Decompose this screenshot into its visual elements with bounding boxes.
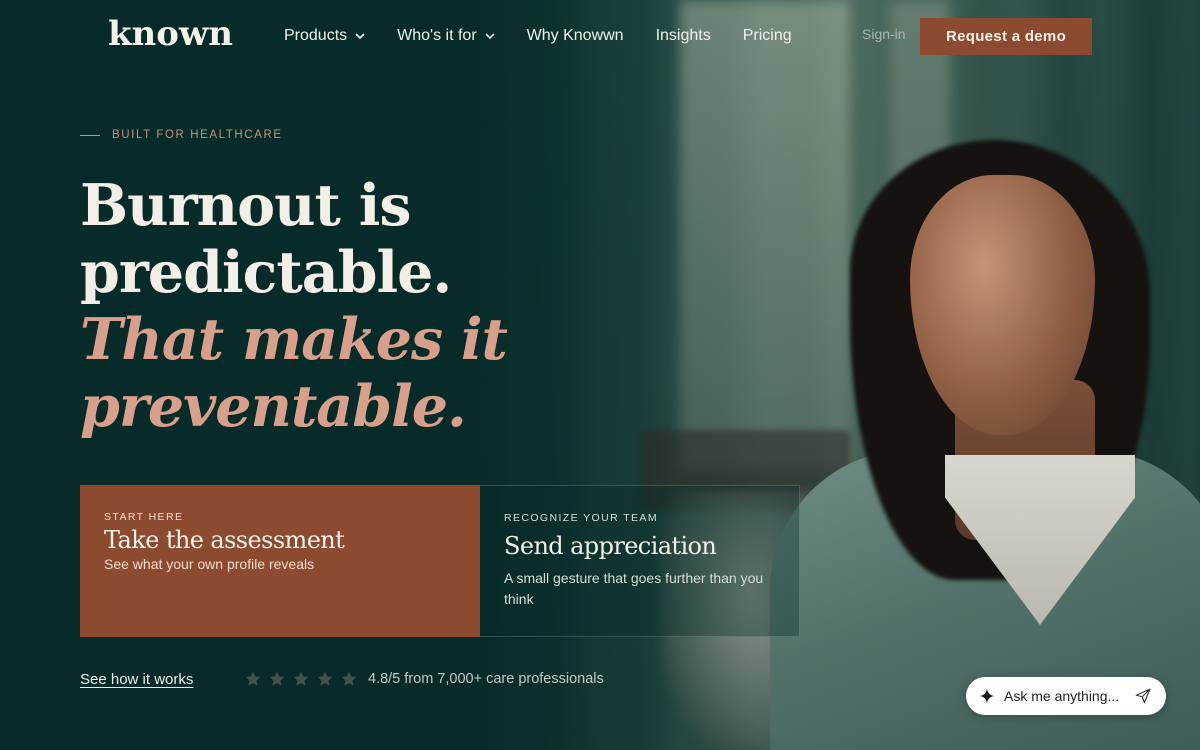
see-how-it-works-link[interactable]: See how it works xyxy=(80,671,193,688)
nav-item-why-knowwn[interactable]: Why Knowwn xyxy=(527,24,624,48)
card-title: Send appreciation xyxy=(504,532,717,560)
card-subtitle: A small gesture that goes further than y… xyxy=(504,570,764,607)
card-subtitle: See what your own profile reveals xyxy=(104,556,315,572)
ask-input[interactable] xyxy=(1004,688,1126,704)
card-title: Take the assessment xyxy=(104,526,345,554)
headline-accent-line: preventable. xyxy=(80,373,467,440)
star-icon xyxy=(244,670,262,688)
star-icon xyxy=(316,670,334,688)
hero-headline: Burnout is predictable. That makes it pr… xyxy=(80,172,520,440)
eyebrow-divider xyxy=(80,134,100,136)
rating-text: 4.8/5 from 7,000+ care professionals xyxy=(368,671,604,687)
headline-accent-line: That makes it xyxy=(80,306,508,373)
send-icon[interactable] xyxy=(1134,687,1152,705)
hero-photo xyxy=(470,0,1200,750)
sparkle-icon xyxy=(978,687,996,705)
nav-item-products[interactable]: Products xyxy=(284,24,365,48)
brand-logo[interactable]: known xyxy=(108,14,233,54)
rating: 4.8/5 from 7,000+ care professionals xyxy=(244,670,604,688)
nav-menu: Products Who's it for Why Knowwn Insight… xyxy=(284,24,824,48)
sign-in-link[interactable]: Sign-in xyxy=(862,26,906,42)
nav-item-whos-it-for[interactable]: Who's it for xyxy=(397,24,495,48)
nav-item-label: Pricing xyxy=(742,27,792,44)
chevron-down-icon xyxy=(355,31,365,41)
eyebrow-text: BUILT FOR HEALTHCARE xyxy=(112,129,283,141)
nav-item-pricing[interactable]: Pricing xyxy=(743,24,792,48)
take-assessment-card[interactable]: START HERE Take the assessment See what … xyxy=(80,485,480,637)
card-kicker: START HERE xyxy=(104,511,184,523)
send-appreciation-card[interactable]: RECOGNIZE YOUR TEAM Send appreciation A … xyxy=(480,485,800,637)
hero-eyebrow: BUILT FOR HEALTHCARE xyxy=(80,129,283,141)
nav-item-label: Products xyxy=(284,27,348,44)
chevron-down-icon xyxy=(485,31,495,41)
nav-item-label: Who's it for xyxy=(397,27,477,44)
nav-item-label: Insights xyxy=(655,27,711,44)
card-kicker: RECOGNIZE YOUR TEAM xyxy=(504,512,658,524)
nav-item-label: Why Knowwn xyxy=(526,27,624,44)
star-icon xyxy=(292,670,310,688)
nav-item-insights[interactable]: Insights xyxy=(656,24,711,48)
star-icon xyxy=(340,670,358,688)
request-demo-button[interactable]: Request a demo xyxy=(920,18,1092,55)
headline-line: predictable. xyxy=(80,239,452,306)
star-icon xyxy=(268,670,286,688)
headline-line: Burnout is xyxy=(80,172,411,239)
top-navigation: known Products Who's it for Why Knowwn I… xyxy=(0,0,1200,72)
ask-widget xyxy=(966,677,1166,715)
